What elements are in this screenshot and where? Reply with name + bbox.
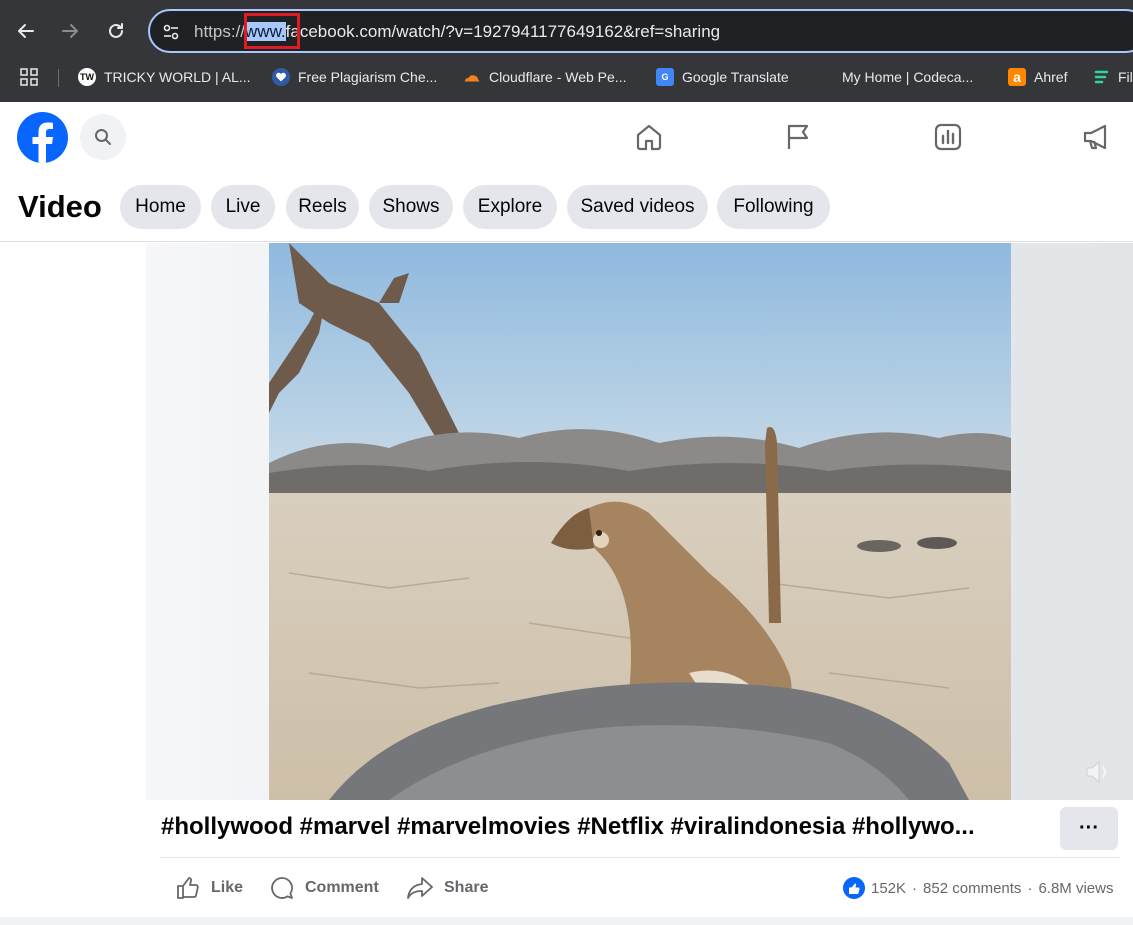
address-row: https://www.facebook.com/watch/?v=192794… [0,8,1133,54]
thumbs-up-icon [177,877,199,899]
video-caption: #hollywood #marvel #marvelmovies #Netfli… [161,813,975,840]
share-icon [407,877,433,899]
stats-separator: · [1027,879,1033,897]
like-label: Like [211,879,244,896]
home-icon [636,124,662,151]
tab-reels[interactable]: Reels [286,185,359,229]
url-rest: facebook.com/watch/?v=1927941177649162&r… [285,22,721,41]
red-annotation-box [244,13,300,49]
url-scheme: https:// [194,22,246,41]
bookmark-label: Free Plagiarism Che... [298,69,438,85]
tab-saved-videos[interactable]: Saved videos [567,185,708,229]
volume-icon[interactable] [1083,758,1111,786]
bookmarks-bar: TW TRICKY WORLD | AL... Free Plagiarism … [0,62,1133,92]
bookmark-item[interactable]: G Google Translate [656,66,789,88]
page-title: Video [18,189,102,224]
nav-ads-button[interactable] [1079,119,1115,155]
like-button[interactable]: Like [175,871,243,905]
comment-icon [271,877,293,899]
tab-live[interactable]: Live [211,185,275,229]
bookmark-label: My Home | Codeca... [842,69,974,85]
browser-chrome: https://www.facebook.com/watch/?v=192794… [0,0,1133,102]
apps-grid-icon[interactable] [20,68,38,86]
file-icon [1092,68,1110,86]
comment-button[interactable]: Comment [269,871,379,905]
bookmarks-separator [58,69,59,87]
page-bottom-strip [0,917,1133,925]
back-button[interactable] [13,18,39,44]
comment-label: Comment [305,879,379,896]
ahrefs-icon: a [1008,68,1026,86]
tab-following[interactable]: Following [717,185,830,229]
comment-count[interactable]: 852 comments [923,880,1021,897]
bookmark-item[interactable]: My Home | Codeca... [816,66,973,88]
stats-separator: · [912,879,918,897]
bookmark-item[interactable]: Cloudflare - Web Pe... [463,66,626,88]
bookmark-label: Cloudflare - Web Pe... [489,69,627,85]
view-count: 6.8M views [1038,879,1114,897]
tab-home[interactable]: Home [120,185,201,229]
bookmark-label: Fil [1118,69,1133,85]
nav-dashboard-button[interactable] [930,119,966,155]
video-stats: 152K · 852 comments · 6.8M views [843,875,1113,901]
bookmark-item[interactable]: Fil [1092,66,1133,88]
like-count[interactable]: 152K [871,880,906,897]
bookmark-item[interactable]: TW TRICKY WORLD | AL... [78,66,251,88]
share-label: Share [444,879,489,896]
tab-shows[interactable]: Shows [369,185,453,229]
megaphone-icon [1083,124,1107,150]
nav-home-button[interactable] [631,119,667,155]
video-player[interactable] [146,243,1133,800]
facebook-logo-icon[interactable] [17,112,68,163]
forward-button[interactable] [57,18,83,44]
like-reaction-icon[interactable] [843,877,865,899]
divider [160,857,1120,858]
bookmark-item[interactable]: a Ahref [1008,66,1067,88]
flag-icon [787,124,809,149]
bookmark-item[interactable]: Free Plagiarism Che... [272,66,437,88]
reload-button[interactable] [103,18,129,44]
nav-pages-button[interactable] [780,119,816,155]
more-options-button[interactable]: ··· [1060,807,1118,850]
heart-icon [272,68,290,86]
video-nav: Video Home Live Reels Shows Explore Save… [0,172,1133,242]
bookmark-label: Google Translate [682,69,789,85]
codecademy-icon [816,68,834,86]
video-thumbnail-meerkat [269,243,1011,800]
cloudflare-icon [463,68,481,86]
arrow-left-icon [18,24,34,38]
share-button[interactable]: Share [406,871,488,905]
site-settings-icon[interactable] [162,23,180,41]
google-translate-icon: G [656,68,674,86]
search-icon [95,129,111,145]
bookmark-label: TRICKY WORLD | AL... [104,69,251,85]
bookmark-label: Ahref [1034,69,1068,85]
dashboard-icon [934,123,962,151]
arrow-right-icon [62,24,78,38]
tab-explore[interactable]: Explore [463,185,557,229]
video-frame[interactable] [269,243,1011,800]
search-button[interactable] [80,114,126,160]
reload-icon [109,23,123,38]
facebook-header [0,102,1133,172]
tw-icon: TW [78,68,96,86]
